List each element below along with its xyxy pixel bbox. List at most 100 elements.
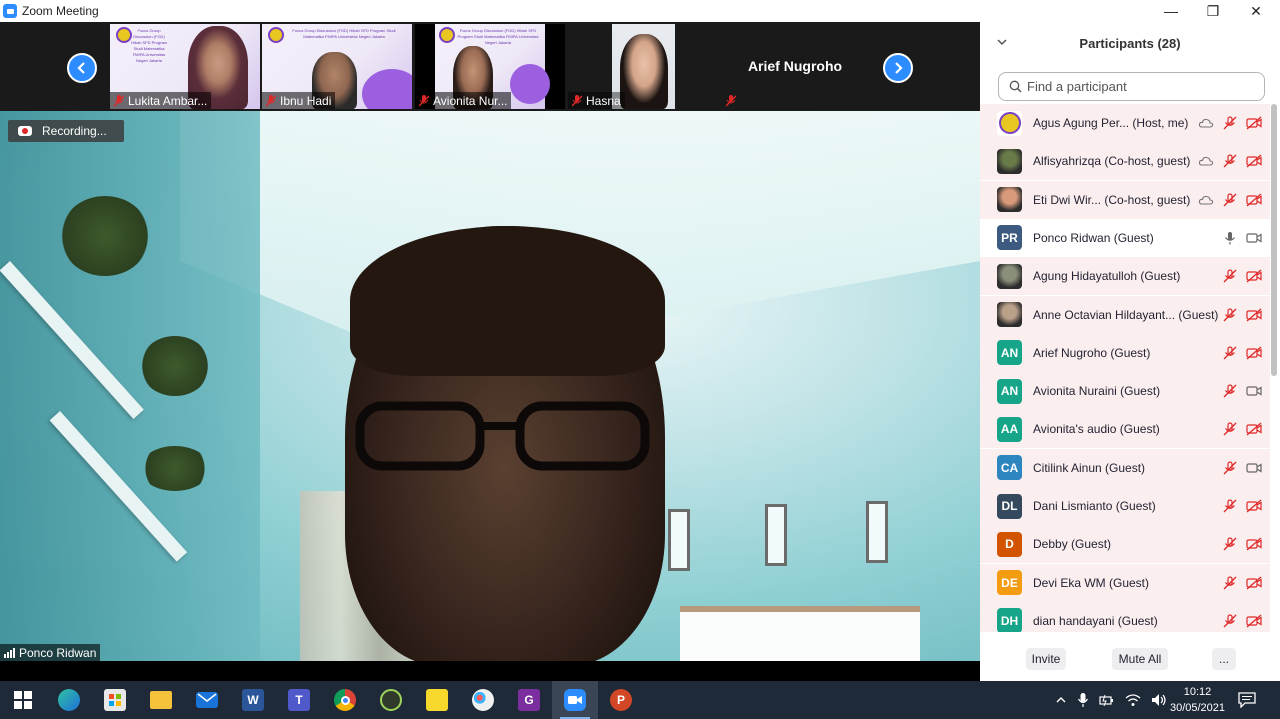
participant-row[interactable]: D Debby (Guest) (980, 525, 1270, 564)
restore-button[interactable]: ❐ (1190, 0, 1236, 22)
geogebra-taskbar-button[interactable] (368, 681, 414, 719)
participant-status-icons (1198, 154, 1262, 168)
edge-taskbar-button[interactable] (46, 681, 92, 719)
close-button[interactable]: ✕ (1233, 0, 1279, 22)
video-off-icon[interactable] (1246, 422, 1262, 436)
participant-row[interactable]: Eti Dwi Wir... (Co-host, guest) (980, 180, 1270, 219)
video-thumbnail[interactable]: Focus Group Discussion (FGD) Hibah SFD P… (110, 24, 260, 109)
microphone-icon[interactable] (1077, 692, 1089, 708)
signal-strength-icon (4, 647, 15, 658)
video-off-icon[interactable] (1246, 499, 1262, 513)
participant-row[interactable]: DH dian handayani (Guest) (980, 601, 1270, 632)
muted-mic-icon[interactable] (1222, 614, 1238, 628)
muted-mic-icon[interactable] (1222, 422, 1238, 436)
video-camera-icon[interactable] (1246, 384, 1262, 398)
participant-name: Agus Agung Per... (Host, me) (1033, 116, 1189, 130)
participant-name: Devi Eka WM (Guest) (1033, 575, 1150, 590)
participant-row[interactable]: DE Devi Eka WM (Guest) (980, 563, 1270, 602)
notifications-button[interactable] (1238, 681, 1256, 719)
muted-mic-icon[interactable] (1222, 537, 1238, 551)
video-thumbnail[interactable]: Focus Group Discussion (FGD) Hibah SFD P… (415, 24, 565, 109)
zoom-icon (564, 689, 586, 711)
participant-row[interactable]: AN Arief Nugroho (Guest) (980, 333, 1270, 372)
video-camera-icon[interactable] (1246, 231, 1262, 245)
university-logo-icon (439, 27, 455, 43)
scrollbar-thumb[interactable] (1271, 104, 1277, 376)
participant-row[interactable]: CA Citilink Ainun (Guest) (980, 448, 1270, 487)
video-off-icon[interactable] (1246, 346, 1262, 360)
video-off-icon[interactable] (1246, 154, 1262, 168)
chevron-down-icon[interactable] (996, 36, 1008, 48)
invite-button[interactable]: Invite (1026, 648, 1066, 670)
participant-row[interactable]: Alfisyahrizqa (Co-host, guest) (980, 142, 1270, 181)
participant-avatar: AA (997, 416, 1022, 442)
participant-search[interactable] (998, 72, 1265, 101)
sticky-notes-taskbar-button[interactable] (414, 681, 460, 719)
paint-icon (472, 689, 494, 711)
mute-all-button[interactable]: Mute All (1112, 648, 1168, 670)
more-options-button[interactable]: ... (1212, 648, 1236, 670)
word-taskbar-button[interactable]: W (230, 681, 276, 719)
edge-icon (58, 689, 80, 711)
participant-row[interactable]: Anne Octavian Hildayant... (Guest) (980, 295, 1270, 334)
slide-text: Focus Group Discussion (FGD) Hibah SFD P… (130, 28, 167, 63)
participant-name: Dani Lismianto (Guest) (1033, 499, 1156, 513)
participant-status-icons (1222, 346, 1262, 360)
search-input[interactable] (1027, 79, 1247, 94)
minimize-button[interactable]: — (1148, 0, 1194, 22)
participant-avatar: CA (997, 455, 1022, 481)
participant-name: Ponco Ridwan (Guest) (1033, 230, 1154, 245)
video-thumbnail[interactable]: Focus Group Discussion (FGD) Hibah SFD P… (262, 24, 412, 109)
muted-mic-icon[interactable] (1222, 499, 1238, 513)
mail-taskbar-button[interactable] (184, 681, 230, 719)
participant-row[interactable]: AN Avionita Nuraini (Guest) (980, 372, 1270, 411)
main-speaker-video (0, 111, 980, 661)
gdrive-app-taskbar-button[interactable]: G (506, 681, 552, 719)
muted-mic-icon[interactable] (1222, 307, 1238, 322)
taskbar-clock[interactable]: 10:12 30/05/2021 (1165, 684, 1230, 716)
video-off-icon[interactable] (1246, 576, 1262, 590)
participant-row[interactable]: Agus Agung Per... (Host, me) (980, 104, 1270, 142)
muted-mic-icon[interactable] (1222, 116, 1238, 130)
video-off-icon[interactable] (1246, 537, 1262, 551)
video-thumbnail[interactable]: Hasna (568, 24, 718, 109)
recording-indicator[interactable]: Recording... (8, 120, 124, 142)
participant-row[interactable]: Agung Hidayatulloh (Guest) (980, 257, 1270, 296)
participant-avatar (997, 110, 1022, 136)
store-taskbar-button[interactable] (92, 681, 138, 719)
teams-taskbar-button[interactable]: T (276, 681, 322, 719)
muted-mic-icon[interactable] (1222, 346, 1238, 360)
video-off-icon[interactable] (1246, 193, 1262, 207)
wifi-icon[interactable] (1125, 693, 1141, 707)
video-off-icon[interactable] (1246, 614, 1262, 628)
muted-mic-icon[interactable] (1222, 192, 1238, 207)
previous-page-button[interactable] (67, 53, 97, 83)
glasses-shape (355, 401, 650, 471)
zoom-taskbar-button[interactable] (552, 681, 598, 719)
chevron-left-icon (77, 62, 85, 74)
muted-mic-icon[interactable] (1222, 575, 1238, 590)
participant-name: dian handayani (Guest) (1033, 613, 1158, 628)
muted-mic-icon[interactable] (1222, 154, 1238, 168)
microphone-icon[interactable] (1222, 231, 1238, 245)
battery-plug-icon[interactable] (1099, 693, 1115, 707)
video-off-icon[interactable] (1246, 308, 1262, 322)
video-camera-icon[interactable] (1246, 461, 1262, 475)
powerpoint-taskbar-button[interactable]: P (598, 681, 644, 719)
participant-row[interactable]: AA Avionita's audio (Guest) (980, 410, 1270, 449)
muted-mic-icon[interactable] (1222, 461, 1238, 475)
video-thumbnail[interactable]: Arief Nugroho (722, 24, 868, 109)
participant-row[interactable]: DL Dani Lismianto (Guest) (980, 487, 1270, 525)
video-off-icon[interactable] (1246, 269, 1262, 283)
chevron-up-icon[interactable] (1055, 695, 1067, 705)
participant-list-scrollbar[interactable] (1270, 104, 1278, 632)
participant-row[interactable]: PR Ponco Ridwan (Guest) (980, 219, 1270, 257)
muted-mic-icon[interactable] (1222, 384, 1238, 398)
next-page-button[interactable] (883, 53, 913, 83)
muted-mic-icon[interactable] (1222, 269, 1238, 283)
video-off-icon[interactable] (1246, 116, 1262, 130)
paint-taskbar-button[interactable] (460, 681, 506, 719)
start-button[interactable] (0, 681, 46, 719)
chrome-taskbar-button[interactable] (322, 681, 368, 719)
file-explorer-taskbar-button[interactable] (138, 681, 184, 719)
